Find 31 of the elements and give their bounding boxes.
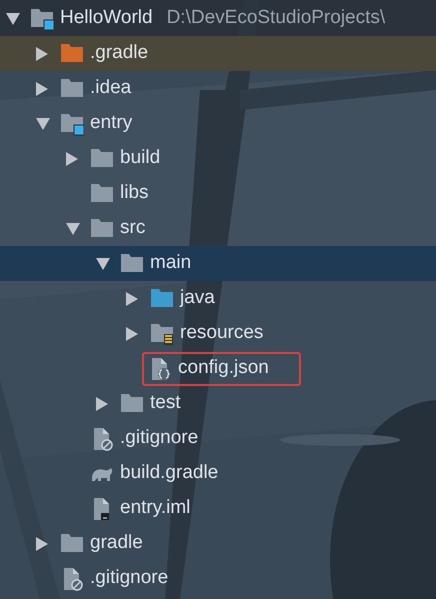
tree-item-label[interactable]: libs <box>120 179 149 208</box>
expand-arrow-icon[interactable] <box>36 82 48 96</box>
expand-arrow-icon[interactable] <box>96 396 108 410</box>
expand-arrow-icon[interactable] <box>126 292 138 306</box>
expand-arrow-icon[interactable] <box>36 46 48 60</box>
tree-item-label[interactable]: main <box>150 249 192 278</box>
collapse-arrow-icon[interactable] <box>96 258 110 270</box>
tree-item-label[interactable]: gradle <box>90 529 143 558</box>
tree-item-label[interactable]: HelloWorld <box>60 4 153 33</box>
collapse-arrow-icon[interactable] <box>36 118 50 130</box>
tree-item-label[interactable]: .idea <box>90 74 132 103</box>
tree-item-label[interactable]: resources <box>180 319 264 348</box>
tree-item-label[interactable]: .gitignore <box>90 564 168 593</box>
tree-row[interactable]: .gradle <box>0 36 436 71</box>
tree-item-label[interactable]: entry <box>90 109 132 138</box>
collapse-arrow-icon[interactable] <box>6 12 20 24</box>
tree-item-label[interactable]: build.gradle <box>120 459 218 488</box>
tree-item-label[interactable]: .gradle <box>90 39 148 68</box>
collapse-arrow-icon[interactable] <box>66 222 80 234</box>
expand-arrow-icon[interactable] <box>36 536 48 550</box>
tree-item-label[interactable]: config.json <box>178 354 269 383</box>
tree-item-label[interactable]: test <box>150 389 181 418</box>
tree-item-label[interactable]: src <box>120 214 146 243</box>
project-path: D:\DevEcoStudioProjects\ <box>166 6 386 30</box>
tree-row[interactable]: main <box>0 246 436 281</box>
tree-item-label[interactable]: entry.iml <box>120 494 190 523</box>
expand-arrow-icon[interactable] <box>126 326 138 340</box>
tree-item-label[interactable]: java <box>180 284 215 313</box>
tree-item-label[interactable]: build <box>120 144 160 173</box>
expand-arrow-icon[interactable] <box>66 152 78 166</box>
tree-item-label[interactable]: .gitignore <box>120 424 198 453</box>
